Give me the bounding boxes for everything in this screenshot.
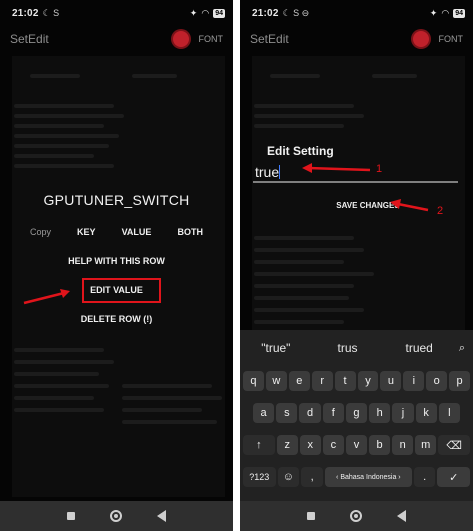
copy-options-row: Copy KEY VALUE BOTH	[30, 227, 203, 237]
right-phone-screen: 21:02 ☾ S ⊖ ✦ ◠ 94 SetEdit FONT Edit Set…	[240, 0, 473, 531]
key-v[interactable]: v	[345, 435, 368, 455]
annotation-arrow	[23, 289, 70, 305]
key-n[interactable]: n	[392, 435, 414, 455]
battery-icon: 94	[453, 8, 465, 18]
shift-icon[interactable]: ↑	[243, 435, 275, 455]
key-row-4: ?123 ☺ , ‹ Bahasa Indonesia › . ✓	[240, 467, 473, 487]
suggestion-bar: "true" trus trued ⌕	[240, 336, 473, 360]
key-i[interactable]: i	[403, 371, 425, 391]
status-right: ✦ ◠ 94	[430, 8, 465, 19]
soft-keyboard: "true" trus trued ⌕ q w e r t y u i o p …	[240, 330, 473, 501]
suggestion-2[interactable]: trus	[312, 341, 384, 355]
comma-key[interactable]: ,	[301, 467, 323, 487]
back-icon[interactable]	[396, 510, 406, 522]
text-caret	[279, 165, 280, 179]
period-key[interactable]: .	[413, 467, 436, 487]
status-time: 21:02	[12, 7, 39, 19]
key-d[interactable]: d	[299, 403, 321, 423]
search-icon[interactable]: ⌕	[455, 342, 469, 355]
recents-icon[interactable]	[307, 512, 316, 520]
key-j[interactable]: j	[392, 403, 414, 423]
key-f[interactable]: f	[322, 403, 344, 423]
key-k[interactable]: k	[415, 403, 437, 423]
status-icons: ☾ S	[42, 7, 60, 18]
key-c[interactable]: c	[322, 435, 344, 455]
key-t[interactable]: t	[334, 371, 356, 391]
annotation-arrow-2	[390, 199, 429, 212]
app-title: SetEdit	[10, 32, 49, 46]
navigation-bar	[0, 501, 233, 531]
status-right: ✦ ◠ 94	[190, 8, 225, 19]
copy-key-button[interactable]: KEY	[77, 227, 96, 237]
key-r[interactable]: r	[311, 371, 333, 391]
value-input-text: true	[255, 164, 280, 180]
key-u[interactable]: u	[380, 371, 402, 391]
emoji-icon[interactable]: ☺	[277, 467, 300, 487]
copy-label: Copy	[30, 227, 52, 237]
annotation-label-1: 1	[376, 163, 383, 175]
key-row-2: a s d f g h j k l	[240, 403, 473, 423]
signal-icon: ✦	[189, 7, 198, 18]
key-l[interactable]: l	[438, 403, 460, 423]
suggestion-1[interactable]: "true"	[240, 341, 312, 355]
left-phone-screen: 21:02 ☾ S ✦ ◠ 94 SetEdit FONT GPUTUNER_S…	[0, 0, 233, 531]
key-g[interactable]: g	[345, 403, 368, 423]
key-y[interactable]: y	[357, 371, 379, 391]
key-o[interactable]: o	[426, 371, 448, 391]
wifi-icon: ◠	[201, 7, 210, 18]
status-icons: ☾ S ⊖	[282, 7, 310, 18]
enter-check-icon[interactable]: ✓	[437, 467, 470, 487]
wifi-icon: ◠	[441, 7, 450, 18]
status-bar: 21:02 ☾ S ✦ ◠ 94	[0, 0, 233, 26]
app-title: SetEdit	[250, 32, 289, 46]
font-button[interactable]: FONT	[439, 34, 464, 44]
backspace-icon[interactable]: ⌫	[438, 435, 470, 455]
gear-icon[interactable]	[172, 31, 189, 47]
key-z[interactable]: z	[276, 435, 298, 455]
key-x[interactable]: x	[299, 435, 321, 455]
copy-value-button[interactable]: VALUE	[122, 227, 152, 237]
help-row-button[interactable]: HELP WITH THIS ROW	[0, 256, 233, 266]
space-bar[interactable]: ‹ Bahasa Indonesia ›	[324, 467, 412, 487]
font-button[interactable]: FONT	[199, 34, 224, 44]
app-bar: SetEdit FONT	[240, 26, 473, 52]
back-icon[interactable]	[156, 510, 166, 522]
key-b[interactable]: b	[369, 435, 391, 455]
key-row-1: q w e r t y u i o p	[240, 371, 473, 391]
annotation-arrow-1	[302, 163, 371, 173]
edit-setting-title: Edit Setting	[267, 144, 334, 158]
navigation-bar	[240, 501, 473, 531]
annotation-label-2: 2	[437, 205, 444, 217]
status-time: 21:02	[252, 7, 279, 19]
home-icon[interactable]	[109, 510, 122, 522]
home-icon[interactable]	[349, 510, 362, 522]
key-e[interactable]: e	[288, 371, 310, 391]
dialog-title: GPUTUNER_SWITCH	[43, 192, 190, 208]
delete-row-button[interactable]: DELETE ROW (!)	[0, 314, 233, 324]
copy-both-button[interactable]: BOTH	[177, 227, 203, 237]
key-p[interactable]: p	[449, 371, 471, 391]
numbers-key[interactable]: ?123	[243, 467, 276, 487]
key-a[interactable]: a	[253, 403, 275, 423]
key-q[interactable]: q	[243, 371, 264, 391]
status-bar: 21:02 ☾ S ⊖ ✦ ◠ 94	[240, 0, 473, 26]
key-h[interactable]: h	[369, 403, 391, 423]
signal-icon: ✦	[429, 7, 438, 18]
dim-background-content	[12, 56, 225, 497]
key-w[interactable]: w	[265, 371, 287, 391]
app-bar: SetEdit FONT	[0, 26, 233, 52]
gear-icon[interactable]	[412, 31, 429, 47]
suggestion-3[interactable]: trued	[383, 341, 455, 355]
key-row-3: ↑ z x c v b n m ⌫	[240, 435, 473, 455]
annotation-highlight-box	[82, 278, 161, 303]
battery-icon: 94	[213, 8, 225, 18]
key-s[interactable]: s	[276, 403, 298, 423]
key-m[interactable]: m	[415, 435, 437, 455]
recents-icon[interactable]	[67, 512, 76, 520]
